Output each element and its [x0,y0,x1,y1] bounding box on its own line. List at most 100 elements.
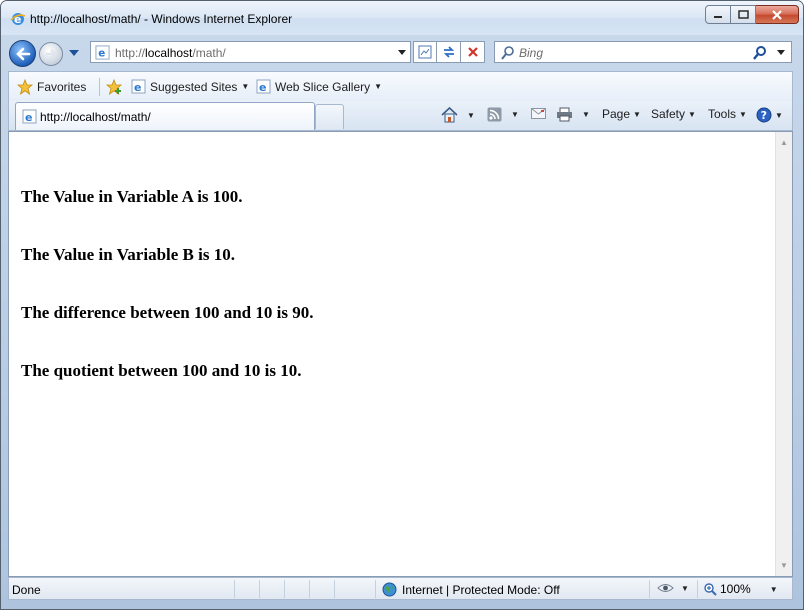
address-dropdown-icon[interactable] [398,50,406,55]
address-bar[interactable]: e http://localhost/math/ [90,41,411,63]
recent-pages-dropdown-icon[interactable] [69,50,79,56]
tab-active[interactable]: e http://localhost/math/ [15,102,315,130]
chevron-down-icon[interactable]: ▼ [511,110,519,119]
forward-button[interactable] [39,42,63,66]
search-placeholder: Bing [519,46,544,60]
minimize-button[interactable] [705,5,731,24]
printer-icon [557,107,572,122]
safety-menu[interactable]: Safety ▼ [651,107,696,121]
ie-logo-icon: e [10,13,26,26]
chevron-down-icon: ▼ [241,82,250,91]
status-separator [284,580,285,598]
status-separator [259,580,260,598]
svg-text:?: ? [761,109,767,122]
rss-feed-icon [487,107,502,122]
add-favorite-star-icon [106,79,123,95]
scroll-down-icon[interactable]: ▼ [780,561,788,570]
navigation-bar: e http://localhost/math/ Bing [1,35,803,69]
status-separator [234,580,235,598]
address-tools [413,41,485,63]
web-slice-icon: e [256,79,271,94]
favorites-bar: Favorites e Suggested Sites ▼ e Web Slic… [8,71,793,101]
web-slice-gallery-link[interactable]: e Web Slice Gallery ▼ [256,79,382,94]
chevron-down-icon[interactable]: ▼ [467,111,475,120]
security-zone[interactable]: Internet | Protected Mode: Off [382,582,560,597]
back-button[interactable] [9,40,36,67]
suggested-sites-icon: e [131,79,146,94]
stop-button[interactable] [461,41,485,63]
search-icon[interactable] [753,45,767,60]
home-button[interactable]: ▼ [441,107,475,123]
compatibility-view-button[interactable] [413,41,437,63]
difference-line: The difference between 100 and 10 is 90. [21,303,314,322]
ie-logo-icon: e [22,109,37,124]
chevron-down-icon: ▼ [633,109,641,119]
status-text: Done [12,583,41,597]
tools-menu[interactable]: Tools ▼ [708,107,747,121]
page-content: The Value in Variable A is 100. The Valu… [8,131,793,577]
zoom-level: 100% [720,582,751,596]
window-title: http://localhost/math/ - Windows Interne… [30,12,293,26]
chevron-down-icon[interactable]: ▼ [582,110,590,119]
mail-icon [531,108,546,119]
help-menu[interactable]: ? ▼ [756,107,783,123]
close-icon [772,9,782,20]
star-icon [17,79,33,95]
favorites-label: Favorites [37,80,87,94]
tab-label: http://localhost/math/ [40,110,151,124]
read-mail-button[interactable] [531,107,546,120]
home-icon [441,107,458,123]
svg-text:e: e [134,81,141,94]
zoom-control[interactable]: 100% ▼ [704,582,778,596]
svg-text:e: e [259,81,266,94]
suggested-sites-link[interactable]: e Suggested Sites ▼ [131,79,249,94]
feeds-button[interactable]: ▼ [487,107,519,122]
chevron-down-icon: ▼ [739,109,747,119]
maximize-button[interactable] [731,5,756,24]
vertical-scrollbar[interactable]: ▲ ▼ [775,132,792,576]
chevron-down-icon: ▼ [775,110,783,120]
search-box[interactable]: Bing [494,41,792,63]
new-tab-button[interactable] [315,104,344,129]
suggested-sites-label: Suggested Sites [150,79,238,94]
status-separator [697,580,698,598]
tools-menu-label: Tools [708,107,737,121]
help-icon: ? [756,107,772,123]
page-ie-icon: e [95,45,110,60]
favorites-button[interactable]: Favorites [17,79,86,95]
forward-arrow-icon [46,49,57,59]
zoom-icon [704,582,717,596]
security-zone-label: Internet | Protected Mode: Off [402,582,560,597]
search-provider-icon [501,46,514,60]
privacy-eye-icon [657,584,674,592]
chevron-down-icon: ▼ [374,82,383,91]
status-separator [334,580,335,598]
title-bar: e http://localhost/math/ - Windows Inter… [1,1,803,35]
web-slice-gallery-label: Web Slice Gallery [275,79,371,94]
svg-text:e: e [98,48,105,60]
page-menu-label: Page [602,107,631,121]
safety-menu-label: Safety [651,107,686,121]
quotient-line: The quotient between 100 and 10 is 10. [21,361,302,380]
back-arrow-icon [15,47,30,60]
scroll-up-icon[interactable]: ▲ [780,138,788,147]
minimize-icon [714,15,722,18]
svg-text:e: e [25,111,32,124]
chevron-down-icon: ▼ [681,583,689,593]
close-button[interactable] [756,5,799,24]
address-text: http://localhost/math/ [115,46,226,60]
compatibility-view-icon [418,45,432,59]
print-button[interactable]: ▼ [556,107,590,122]
variable-a-line: The Value in Variable A is 100. [21,187,243,206]
search-options-dropdown-icon[interactable] [777,50,785,55]
add-to-favorites-button[interactable] [106,79,123,95]
privacy-button[interactable]: ▼ [657,581,689,595]
caption-buttons [705,5,799,26]
page-menu[interactable]: Page ▼ [602,107,641,121]
status-separator [375,580,376,598]
refresh-button[interactable] [437,41,461,63]
globe-icon [382,582,397,597]
favorites-separator [99,78,100,96]
variable-b-line: The Value in Variable B is 10. [21,245,235,264]
status-separator [309,580,310,598]
